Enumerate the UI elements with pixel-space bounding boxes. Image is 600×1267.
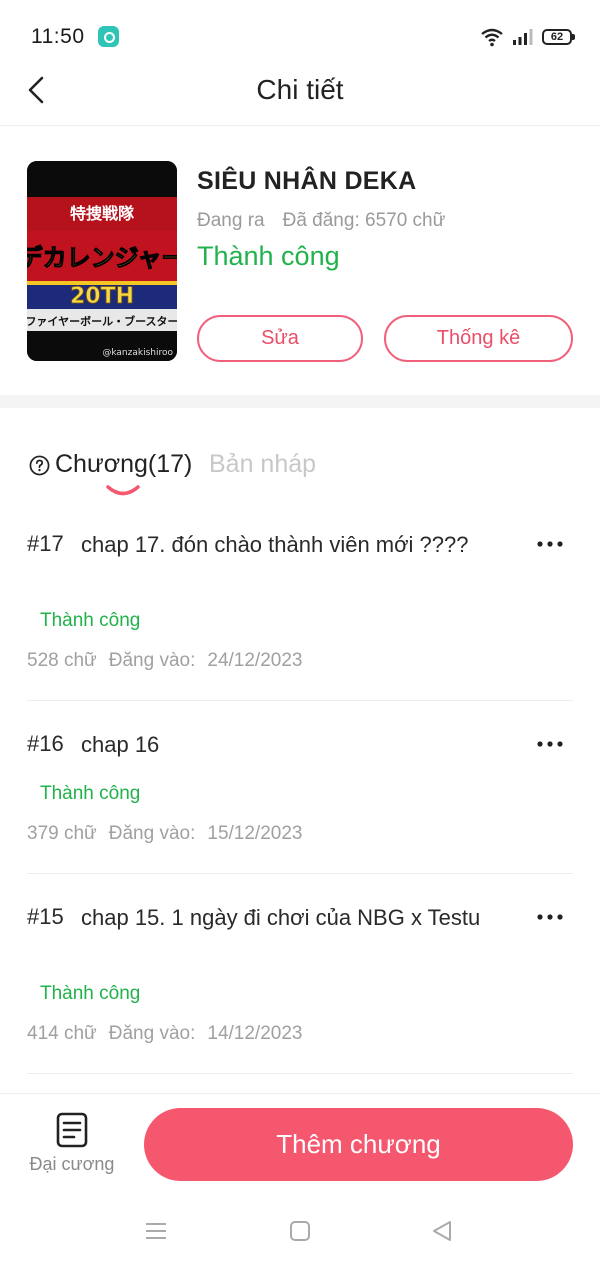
app-header: Chi tiết	[0, 60, 600, 126]
cover-line3: 20TH	[70, 284, 134, 309]
more-options-icon[interactable]	[535, 531, 565, 551]
page-title: Chi tiết	[256, 74, 344, 105]
chapter-status: Thành công	[40, 783, 141, 804]
chapter-meta: 528 chữ Đăng vào: 24/12/2023	[27, 650, 302, 672]
chapter-date: 15/12/2023	[207, 823, 303, 844]
chapter-date: 24/12/2023	[207, 650, 303, 671]
chapter-title: chap 15. 1 ngày đi chơi của NBG x Testu	[81, 905, 481, 930]
home-icon[interactable]	[287, 1218, 313, 1244]
wifi-icon	[481, 28, 503, 47]
bottom-action-bar: Đại cương Thêm chương	[0, 1093, 600, 1193]
cover-watermark: @kanzakishiroo	[102, 348, 173, 358]
chapter-meta: 414 chữ Đăng vào: 14/12/2023	[27, 1023, 302, 1045]
outline-label: Đại cương	[29, 1154, 115, 1174]
add-chapter-button[interactable]: Thêm chương	[144, 1108, 573, 1181]
outline-button[interactable]: Đại cương	[22, 1112, 122, 1182]
cover-line1: 特捜戦隊	[70, 204, 135, 223]
chapter-word-count: 414 chữ	[27, 1023, 97, 1044]
chapter-title: chap 16	[81, 732, 160, 757]
story-word-count: Đã đăng: 6570 chữ	[282, 210, 446, 231]
story-cover-image[interactable]: 特捜戦隊 デカレンジャー 20TH ファイヤーボール・ブースター @kanzak…	[27, 161, 177, 361]
more-options-icon[interactable]	[535, 731, 565, 751]
more-options-icon[interactable]	[535, 904, 565, 924]
menu-icon[interactable]	[143, 1218, 169, 1244]
chapter-word-count: 528 chữ	[27, 650, 97, 671]
section-divider	[0, 395, 600, 408]
document-icon	[56, 1112, 88, 1148]
chapter-tabs: Chương(17) Bản nháp	[0, 440, 600, 500]
chapter-row[interactable]: #17 chap 17. đón chào thành viên mới ???…	[27, 531, 573, 701]
cover-line4: ファイヤーボール・ブースター	[27, 314, 177, 328]
help-icon[interactable]	[29, 455, 50, 476]
tab-active-indicator	[106, 485, 140, 496]
chapter-title: chap 17. đón chào thành viên mới ????	[81, 532, 469, 557]
tab-drafts[interactable]: Bản nháp	[209, 450, 316, 479]
back-triangle-icon[interactable]	[429, 1218, 455, 1244]
chapter-row[interactable]: #16 chap 16 Thành công 379 chữ Đăng vào: 1…	[27, 731, 573, 874]
chapter-number: #15	[27, 904, 64, 929]
chapter-meta: 379 chữ Đăng vào: 15/12/2023	[27, 823, 302, 845]
story-meta: Đang ra Đã đăng: 6570 chữ	[197, 210, 445, 232]
chapter-posted-label: Đăng vào:	[108, 1023, 196, 1044]
cover-art: 特捜戦隊 デカレンジャー 20TH ファイヤーボール・ブースター @kanzak…	[27, 161, 177, 361]
chapter-status: Thành công	[40, 983, 141, 1004]
edit-button[interactable]: Sửa	[197, 315, 363, 362]
chapter-posted-label: Đăng vào:	[108, 823, 196, 844]
cover-line2: デカレンジャー	[27, 244, 177, 272]
chapter-posted-label: Đăng vào:	[108, 650, 196, 671]
signal-icon	[513, 29, 533, 45]
system-nav-bar	[0, 1193, 600, 1267]
chapter-number: #16	[27, 731, 64, 756]
story-summary: 特捜戦隊 デカレンジャー 20TH ファイヤーボール・ブースター @kanzak…	[0, 127, 600, 397]
chapter-word-count: 379 chữ	[27, 823, 97, 844]
story-status: Thành công	[197, 241, 340, 271]
story-title: SIÊU NHÂN DEKA	[197, 167, 417, 195]
story-state: Đang ra	[197, 210, 265, 231]
notification-app-icon	[98, 26, 119, 47]
battery-indicator: 62	[542, 29, 575, 45]
chapter-row[interactable]: #15 chap 15. 1 ngày đi chơi của NBG x Te…	[27, 904, 573, 1074]
chapter-number: #17	[27, 531, 64, 556]
stats-button[interactable]: Thống kê	[384, 315, 573, 362]
status-indicators: 62	[480, 26, 575, 48]
chapter-date: 14/12/2023	[207, 1023, 303, 1044]
chapter-status: Thành công	[40, 610, 141, 631]
status-time: 11:50	[31, 25, 85, 48]
tab-chapters[interactable]: Chương(17)	[55, 450, 192, 479]
